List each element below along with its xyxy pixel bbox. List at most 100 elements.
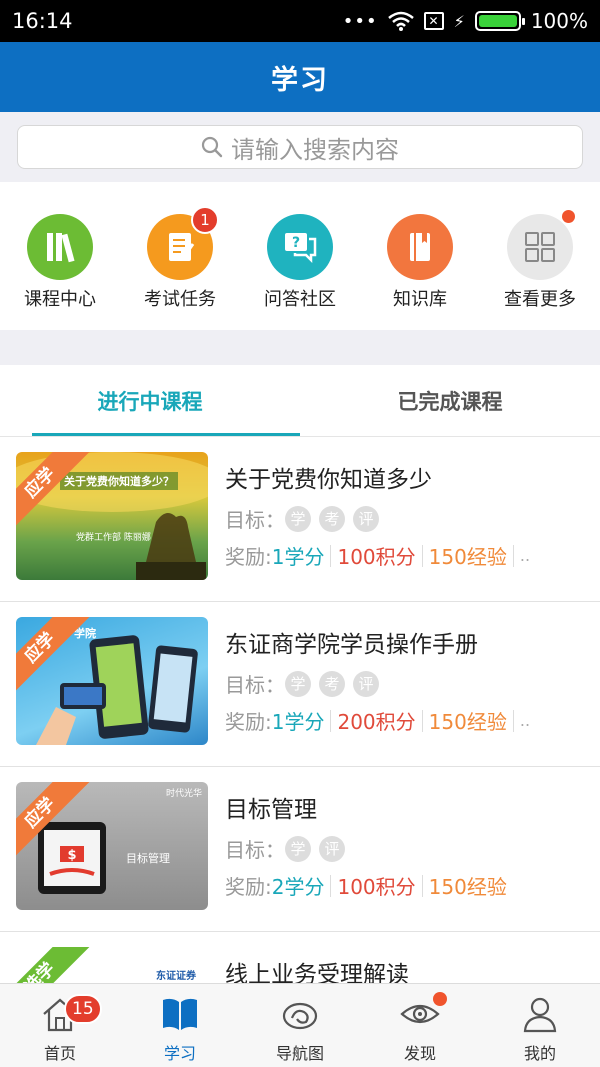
navigation-map-icon xyxy=(282,1002,318,1030)
nav-navigation-map[interactable]: 导航图 xyxy=(240,984,360,1067)
divider xyxy=(512,709,514,732)
course-info: 线上业务受理解读 xyxy=(225,947,584,983)
quick-entry-qa-community[interactable]: ? 问答社区 xyxy=(240,182,360,330)
reward-points: 100积分 xyxy=(337,545,416,569)
quick-entry-view-more[interactable]: 查看更多 xyxy=(480,182,600,330)
home-count-badge: 15 xyxy=(64,994,102,1024)
goal-label: 目标： xyxy=(225,673,285,697)
goal-exam-chip: 考 xyxy=(319,505,345,532)
divider xyxy=(421,709,423,732)
reward-exp: 150经验 xyxy=(428,875,507,899)
tab-label: 进行中课程 xyxy=(97,389,203,414)
reward-exp: 150经验 xyxy=(428,545,507,569)
thumb-subcaption: 党群工作部 陈丽娜 xyxy=(76,533,151,543)
tab-completed[interactable]: 已完成课程 xyxy=(300,365,600,436)
reward-label: 奖励: xyxy=(225,710,272,734)
elective-ribbon: 选学 xyxy=(16,947,92,983)
quick-entry-knowledge-base[interactable]: 知识库 xyxy=(360,182,480,330)
svg-text:$: $ xyxy=(67,848,76,863)
course-info: 目标管理 目标： 学 评 奖励: 2学分 100积分 150经验 xyxy=(225,782,584,916)
quick-entry-label: 知识库 xyxy=(393,289,447,310)
quick-entry-exam-tasks[interactable]: 1 考试任务 xyxy=(120,182,240,330)
status-bar: 16:14 ••• ✕ ⚡ 100% xyxy=(0,0,600,42)
reward-row: 奖励: 1学分 100积分 150经验 .. xyxy=(225,541,584,570)
course-tabs: 进行中课程 已完成课程 xyxy=(0,365,600,437)
exam-clipboard-icon: 1 xyxy=(147,206,219,280)
reward-row: 奖励: 2学分 100积分 150经验 xyxy=(225,871,584,900)
active-tab-indicator xyxy=(32,433,300,436)
search-bar: 请输入搜索内容 xyxy=(0,112,600,182)
exam-count-badge: 1 xyxy=(191,206,219,234)
course-thumbnail: $ 目标管理 时代光华 应学 xyxy=(16,782,208,910)
nav-mine[interactable]: 我的 xyxy=(480,984,600,1067)
tab-in-progress[interactable]: 进行中课程 xyxy=(0,365,300,436)
divider xyxy=(330,874,332,897)
reward-label: 奖励: xyxy=(225,875,272,899)
reward-points: 200积分 xyxy=(337,710,416,734)
svg-text:?: ? xyxy=(292,235,300,251)
quick-entry-label: 考试任务 xyxy=(144,289,216,310)
course-thumbnail: 关于党费你知道多少？ 党群工作部 陈丽娜 应学 xyxy=(16,452,208,580)
goal-learn-chip: 学 xyxy=(285,670,311,697)
thumb-caption: 目标管理 xyxy=(126,852,170,865)
quick-entry-row: 课程中心 1 考试任务 ? 问答社区 知识库 查看更多 xyxy=(0,182,600,330)
course-title: 线上业务受理解读 xyxy=(225,962,409,983)
goal-label: 目标： xyxy=(225,838,285,862)
new-dot-badge xyxy=(562,210,575,223)
search-icon xyxy=(201,136,223,158)
reward-exp: 150经验 xyxy=(428,710,507,734)
reward-credit: 1学分 xyxy=(271,710,325,734)
course-item[interactable]: $ 目标管理 时代光华 应学 目标管理 目标： 学 评 奖励: 2学分 100积… xyxy=(0,767,600,932)
course-title: 东证商学院学员操作手册 xyxy=(225,632,478,658)
battery-icon xyxy=(474,11,525,31)
nav-discover[interactable]: 发现 xyxy=(360,984,480,1067)
goal-row: 目标： 学 评 xyxy=(225,834,584,863)
goal-review-chip: 评 xyxy=(353,505,379,532)
goal-review-chip: 评 xyxy=(319,835,345,862)
course-thumbnail: 东证证券 选学 xyxy=(16,947,208,983)
course-thumbnail: 学院 应学 xyxy=(16,617,208,745)
discover-dot-badge xyxy=(433,992,447,1006)
reward-row: 奖励: 1学分 200积分 150经验 .. xyxy=(225,706,584,735)
status-icons: ••• ✕ ⚡ 100% xyxy=(343,9,588,33)
divider xyxy=(421,874,423,897)
goal-learn-chip: 学 xyxy=(285,835,311,862)
reward-points: 100积分 xyxy=(337,875,416,899)
nav-label: 学习 xyxy=(163,1044,196,1063)
nav-home[interactable]: 15 首页 xyxy=(0,984,120,1067)
no-sim-icon: ✕ xyxy=(423,12,444,30)
thumb-caption: 东证证券 xyxy=(156,971,196,982)
course-title: 目标管理 xyxy=(225,797,317,823)
open-book-icon xyxy=(163,998,197,1030)
search-input[interactable]: 请输入搜索内容 xyxy=(17,125,583,169)
nav-label: 我的 xyxy=(523,1044,556,1063)
course-title: 关于党费你知道多少 xyxy=(225,467,432,493)
battery-percent: 100% xyxy=(530,9,588,33)
reward-credit: 1学分 xyxy=(271,545,325,569)
nav-label: 发现 xyxy=(403,1044,436,1063)
reward-more: .. xyxy=(519,546,531,565)
nav-label: 导航图 xyxy=(275,1044,324,1063)
reward-credit: 2学分 xyxy=(271,875,325,899)
divider xyxy=(421,544,423,567)
course-item[interactable]: 关于党费你知道多少？ 党群工作部 陈丽娜 应学 关于党费你知道多少 目标： 学 … xyxy=(0,437,600,602)
course-item[interactable]: 东证证券 选学 线上业务受理解读 xyxy=(0,932,600,983)
reward-label: 奖励: xyxy=(225,545,272,569)
quick-entry-label: 课程中心 xyxy=(24,289,96,310)
app-header: 学习 xyxy=(0,42,600,112)
book-icon xyxy=(387,214,453,280)
search-placeholder: 请输入搜索内容 xyxy=(231,135,399,164)
tab-label: 已完成课程 xyxy=(397,389,503,414)
page-title: 学习 xyxy=(271,64,329,96)
divider xyxy=(330,709,332,732)
course-list: 关于党费你知道多少？ 党群工作部 陈丽娜 应学 关于党费你知道多少 目标： 学 … xyxy=(0,437,600,983)
course-item[interactable]: 学院 应学 东证商学院学员操作手册 目标： 学 考 评 奖励: 1学分 200积… xyxy=(0,602,600,767)
quick-entry-course-center[interactable]: 课程中心 xyxy=(0,182,120,330)
person-icon xyxy=(523,997,557,1033)
nav-learn[interactable]: 学习 xyxy=(120,984,240,1067)
divider xyxy=(330,544,332,567)
course-info: 东证商学院学员操作手册 目标： 学 考 评 奖励: 1学分 200积分 150经… xyxy=(225,617,584,751)
thumb-caption: 关于党费你知道多少？ xyxy=(60,472,178,490)
status-time: 16:14 xyxy=(12,9,73,33)
charging-icon: ⚡ xyxy=(453,11,465,31)
